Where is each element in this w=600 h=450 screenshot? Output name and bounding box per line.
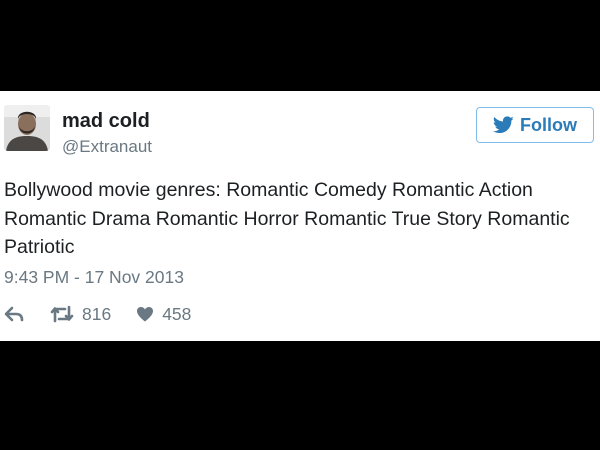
heart-icon [137, 307, 154, 322]
avatar[interactable] [4, 105, 50, 151]
tweet-card: mad cold @Extranaut Follow Bollywood mov… [0, 91, 600, 341]
follow-button[interactable]: Follow [476, 107, 594, 143]
display-name[interactable]: mad cold [62, 110, 150, 133]
retweet-button[interactable]: 816 [50, 304, 111, 325]
tweet-timestamp[interactable]: 9:43 PM - 17 Nov 2013 [4, 267, 184, 288]
avatar-portrait-icon [4, 105, 50, 151]
tweet-text: Bollywood movie genres: Romantic Comedy … [4, 179, 570, 258]
retweet-count: 816 [82, 303, 112, 324]
like-count: 458 [162, 303, 192, 324]
page-background: mad cold @Extranaut Follow Bollywood mov… [0, 0, 600, 450]
retweet-icon [50, 305, 74, 323]
follow-button-label: Follow [520, 114, 577, 135]
reply-icon [4, 306, 24, 322]
like-button[interactable]: 458 [136, 304, 191, 325]
reply-button[interactable] [4, 306, 24, 322]
user-handle[interactable]: @Extranaut [62, 137, 152, 157]
twitter-bird-icon [493, 116, 514, 134]
tweet-actions: 816 458 [4, 303, 191, 325]
